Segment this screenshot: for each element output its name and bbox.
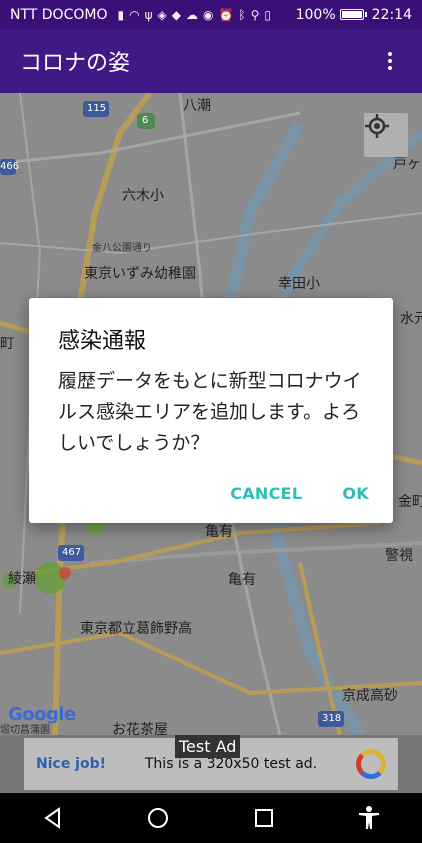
vpn-icon: ◈ [157, 7, 167, 22]
back-button[interactable] [38, 803, 68, 833]
infection-report-dialog: 感染通報 履歴データをもとに新型コロナウイルス感染エリアを追加します。よろしいで… [29, 298, 393, 523]
dialog-title: 感染通報 [58, 329, 147, 354]
cloud-icon: ☁ [185, 7, 198, 22]
ad-headline: Nice job! [36, 756, 107, 772]
vibrate-icon: ▯ [264, 7, 272, 22]
page-title: コロナの姿 [20, 51, 131, 76]
battery-icon [339, 9, 367, 20]
bluetooth-icon: ᛒ [238, 7, 246, 22]
map-place-label: 京成高砂 [342, 688, 398, 704]
system-nav-bar [0, 793, 422, 843]
ad-banner[interactable]: Nice job! This is a 320x50 test ad. Test… [0, 735, 422, 793]
back-triangle-icon [43, 807, 60, 829]
ad-text: This is a 320x50 test ad. [144, 756, 318, 772]
map-place-label: 幸田小 [278, 276, 320, 292]
route-label: 466 [0, 161, 20, 172]
status-bar: NTT DOCOMO ▮ ◠ ψ ◈ ◆ ☁ ◉ ⏰ ᛒ ⚲ ▯ 100% 22… [0, 0, 422, 29]
eye-icon: ◉ [202, 7, 214, 22]
dot-icon [388, 59, 392, 63]
map-place-label: 東京いずみ幼稚園 [84, 266, 196, 282]
wifi-icon: ◠ [129, 7, 140, 22]
carrier-name: NTT DOCOMO [10, 6, 108, 23]
accessibility-icon [359, 806, 380, 829]
map-place-label: 水元 [400, 311, 422, 327]
battery-fill [341, 11, 362, 18]
map-place-label: 金八公園通り [92, 243, 152, 254]
recents-button[interactable] [249, 803, 279, 833]
shield-icon: ◆ [171, 7, 181, 22]
ad-logo-icon [356, 749, 386, 779]
map-place-label: 綾瀬 [8, 571, 36, 587]
map-place-label: 東京都立葛飾野高 [80, 621, 192, 637]
route-label: 467 [62, 547, 82, 558]
map-place-label: お花茶屋 [112, 722, 168, 735]
home-circle-icon [148, 808, 169, 828]
test-ad-tag: Test Ad [175, 735, 241, 758]
battery: 100% [295, 6, 367, 23]
usb-icon: ψ [144, 7, 153, 22]
alarm-icon: ⏰ [218, 7, 234, 22]
route-label: 6 [142, 115, 149, 126]
crosshair-icon [365, 114, 389, 138]
map-place-label: 金町 [398, 494, 422, 510]
recents-square-icon [254, 809, 273, 827]
dot-icon [388, 52, 392, 56]
dialog-actions: CANCEL OK [230, 484, 369, 503]
clock: 22:14 [371, 6, 412, 23]
home-button[interactable] [143, 803, 173, 833]
map-place-label: 八潮 [183, 98, 211, 114]
map-place-label: 亀有 [205, 524, 233, 540]
more-options-button[interactable] [378, 49, 402, 73]
map-place-label: 警視 [385, 548, 413, 564]
accessibility-button[interactable] [354, 803, 384, 833]
route-label: 115 [87, 103, 107, 114]
map-place-label: 六木小 [122, 188, 164, 204]
signal-icon: ▮ [117, 7, 125, 22]
app-bar: コロナの姿 [0, 29, 422, 93]
google-logo: Google [8, 704, 76, 725]
ok-button[interactable]: OK [342, 484, 369, 503]
map-place-label: 亀有 [228, 572, 256, 588]
cancel-button[interactable]: CANCEL [230, 484, 302, 503]
map-place-label: 町 [0, 336, 14, 352]
route-label: 318 [322, 713, 342, 724]
battery-percent: 100% [295, 6, 336, 23]
location-icon: ⚲ [250, 7, 260, 22]
my-location-button[interactable] [364, 113, 408, 157]
dot-icon [388, 66, 392, 70]
status-icons: ▮ ◠ ψ ◈ ◆ ☁ ◉ ⏰ ᛒ ⚲ ▯ [107, 8, 295, 22]
dialog-message: 履歴データをもとに新型コロナウイルス感染エリアを追加します。よろしいでしょうか？ [58, 370, 362, 454]
